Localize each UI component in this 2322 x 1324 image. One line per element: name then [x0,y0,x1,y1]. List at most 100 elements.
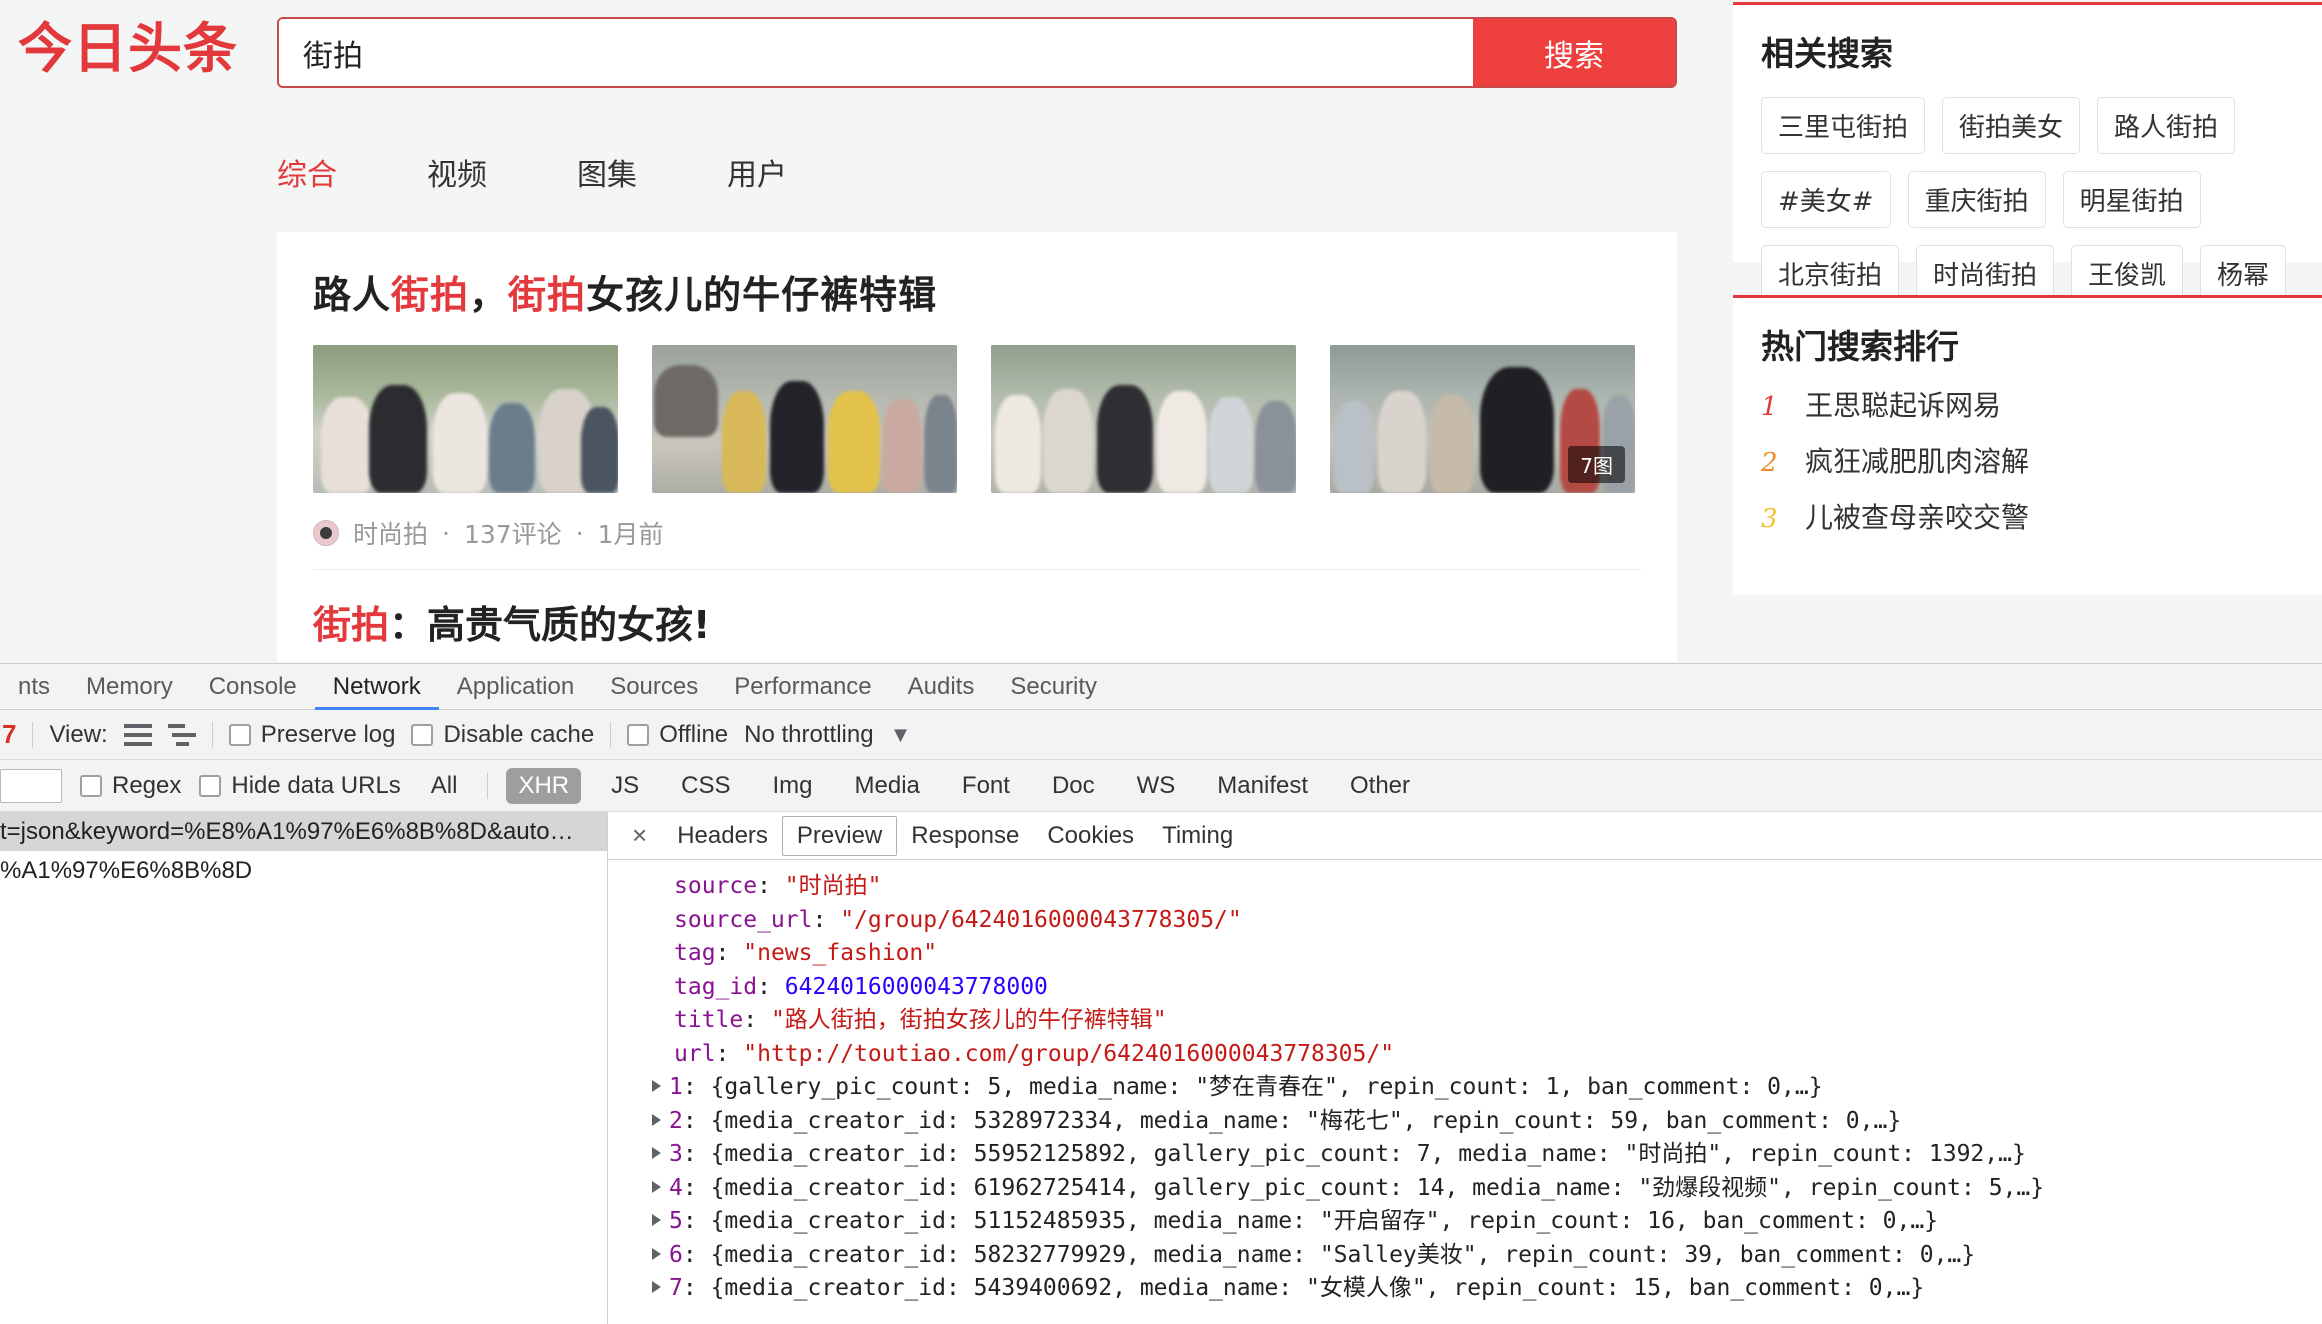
tab-user[interactable]: 用户 [727,150,827,194]
expand-triangle-icon[interactable] [652,1114,661,1126]
hot-search-item[interactable]: 3 儿被查母亲咬交警 [1761,496,2322,536]
tab-elements[interactable]: nts [0,664,68,710]
filter-all[interactable]: All [419,768,470,804]
search-button[interactable]: 搜索 [1473,19,1675,86]
throttling-select[interactable]: No throttling [744,721,873,749]
json-array-row[interactable]: 6: {media_creator_id: 58232779929, media… [608,1239,2322,1273]
related-tag[interactable]: 北京街拍 [1761,245,1899,302]
expand-triangle-icon[interactable] [652,1080,661,1092]
related-tag[interactable]: 三里屯街拍 [1761,97,1925,154]
related-tag[interactable]: 街拍美女 [1942,97,2080,154]
tab-security[interactable]: Security [992,664,1115,710]
regex-checkbox[interactable] [80,775,102,797]
json-property[interactable]: url: "http://toutiao.com/group/642401600… [608,1038,2322,1072]
request-row[interactable]: %A1%97%E6%8B%8D [0,851,607,890]
search-result-item: 路人街拍，街拍女孩儿的牛仔裤特辑 [277,232,1677,662]
related-tag[interactable]: 路人街拍 [2097,97,2235,154]
tab-sources[interactable]: Sources [592,664,716,710]
filter-font[interactable]: Font [950,768,1022,804]
offline-option[interactable]: Offline [627,721,728,749]
list-view-icon[interactable] [124,724,152,746]
request-row[interactable]: t=json&keyword=%E8%A1%97%E6%8B%8D&auto… [0,812,607,851]
filter-input[interactable] [0,769,62,803]
filter-js[interactable]: JS [599,768,651,804]
result-source[interactable]: 时尚拍 [353,515,428,551]
filter-ws[interactable]: WS [1125,768,1188,804]
thumbnail-image[interactable] [991,345,1296,493]
thumbnail-image[interactable] [313,345,618,493]
view-label: View: [49,721,107,749]
related-tag[interactable]: 时尚街拍 [1916,245,2054,302]
tab-console[interactable]: Console [191,664,315,710]
disable-cache-option[interactable]: Disable cache [411,721,594,749]
close-icon[interactable]: × [616,820,663,851]
filter-xhr[interactable]: XHR [506,768,581,804]
tab-response[interactable]: Response [897,817,1033,855]
preserve-log-checkbox[interactable] [229,724,251,746]
toutiao-logo[interactable]: 今日头条 [18,18,258,80]
json-array-row[interactable]: 7: {media_creator_id: 5439400692, media_… [608,1272,2322,1306]
hot-search-item[interactable]: 2 疯狂减肥肌肉溶解 [1761,440,2322,480]
record-button[interactable]: 7 [0,719,16,750]
related-tag[interactable]: #美女# [1761,171,1891,228]
offline-checkbox[interactable] [627,724,649,746]
expand-triangle-icon[interactable] [652,1248,661,1260]
avatar [313,520,339,546]
json-array-index: 6 [669,1242,683,1268]
related-tag[interactable]: 王俊凯 [2071,245,2183,302]
tab-comprehensive[interactable]: 综合 [277,150,377,194]
tab-audits[interactable]: Audits [890,664,993,710]
chevron-down-icon[interactable]: ▼ [890,722,912,748]
json-key: url [674,1041,716,1067]
tab-performance[interactable]: Performance [716,664,889,710]
expand-triangle-icon[interactable] [652,1281,661,1293]
regex-option[interactable]: Regex [80,772,181,800]
tab-timing[interactable]: Timing [1148,817,1247,855]
tab-gallery[interactable]: 图集 [577,150,677,194]
filter-manifest[interactable]: Manifest [1205,768,1320,804]
preserve-log-option[interactable]: Preserve log [229,721,396,749]
related-tag[interactable]: 明星街拍 [2063,171,2201,228]
hide-data-urls-option[interactable]: Hide data URLs [199,772,400,800]
json-property[interactable]: tag: "news_fashion" [608,937,2322,971]
hot-rank: 1 [1761,392,1779,422]
tab-application[interactable]: Application [439,664,592,710]
search-input[interactable] [279,19,1473,86]
json-array-row[interactable]: 5: {media_creator_id: 51152485935, media… [608,1205,2322,1239]
expand-triangle-icon[interactable] [652,1214,661,1226]
json-property[interactable]: title: "路人街拍，街拍女孩儿的牛仔裤特辑" [608,1004,2322,1038]
expand-triangle-icon[interactable] [652,1147,661,1159]
related-tag[interactable]: 重庆街拍 [1908,171,2046,228]
json-property[interactable]: source_url: "/group/6424016000043778305/… [608,904,2322,938]
related-tag[interactable]: 杨幂 [2200,245,2286,302]
json-array-row[interactable]: 1: {gallery_pic_count: 5, media_name: "梦… [608,1071,2322,1105]
tab-cookies[interactable]: Cookies [1033,817,1148,855]
result-title-second[interactable]: 街拍：高贵气质的女孩! [313,594,1641,649]
waterfall-view-icon[interactable] [168,724,196,746]
hot-rank: 3 [1761,504,1779,534]
json-property[interactable]: tag_id: 6424016000043778000 [608,971,2322,1005]
json-array-row[interactable]: 2: {media_creator_id: 5328972334, media_… [608,1105,2322,1139]
tab-memory[interactable]: Memory [68,664,191,710]
result-meta: 时尚拍 · 137评论 · 1月前 [313,515,1641,570]
json-key: source [674,873,757,899]
filter-other[interactable]: Other [1338,768,1422,804]
disable-cache-checkbox[interactable] [411,724,433,746]
filter-media[interactable]: Media [843,768,932,804]
tab-headers[interactable]: Headers [663,817,782,855]
tab-network[interactable]: Network [315,664,439,710]
filter-css[interactable]: CSS [669,768,742,804]
result-title[interactable]: 路人街拍，街拍女孩儿的牛仔裤特辑 [313,232,1641,319]
tab-video[interactable]: 视频 [427,150,527,194]
hide-data-urls-checkbox[interactable] [199,775,221,797]
thumbnail-image[interactable]: 7图 [1330,345,1635,493]
tab-preview[interactable]: Preview [782,816,897,856]
filter-doc[interactable]: Doc [1040,768,1107,804]
json-property[interactable]: source: "时尚拍" [608,870,2322,904]
hot-search-item[interactable]: 1 王思聪起诉网易 [1761,384,2322,424]
expand-triangle-icon[interactable] [652,1181,661,1193]
json-array-row[interactable]: 4: {media_creator_id: 61962725414, galle… [608,1172,2322,1206]
filter-img[interactable]: Img [761,768,825,804]
thumbnail-image[interactable] [652,345,957,493]
json-array-row[interactable]: 3: {media_creator_id: 55952125892, galle… [608,1138,2322,1172]
